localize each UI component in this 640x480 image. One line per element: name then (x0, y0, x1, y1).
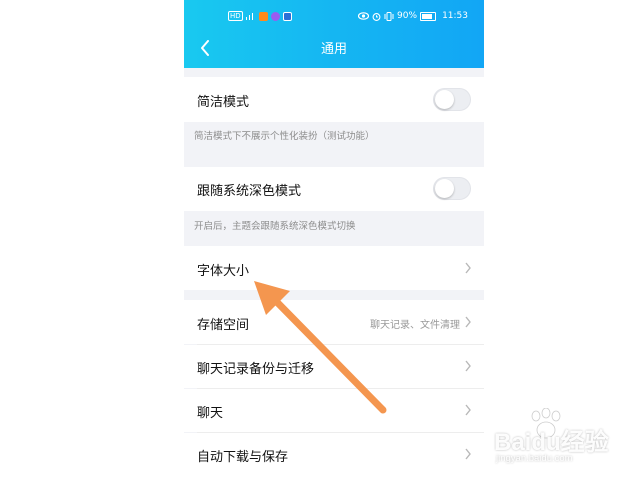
follow-dark-mode-toggle[interactable] (433, 177, 471, 200)
alarm-icon (372, 12, 381, 21)
status-bar: HD 90% 11:53 (184, 0, 484, 34)
font-size-label: 字体大小 (197, 264, 250, 279)
page-title: 通用 (320, 42, 347, 57)
app-icon-orange (258, 11, 268, 21)
vibrate-icon (384, 11, 394, 21)
chevron-right-icon (465, 404, 471, 416)
follow-dark-mode-label: 跟随系统深色模式 (197, 184, 302, 199)
setting-chat-backup[interactable]: 聊天记录备份与迁移 (184, 345, 484, 388)
chevron-right-icon (465, 448, 471, 460)
follow-dark-mode-description: 开启后，主题会跟随系统深色模式切换 (194, 221, 356, 232)
battery-percent: 90% (397, 11, 418, 21)
battery-icon (420, 11, 437, 21)
setting-chat[interactable]: 聊天 (184, 389, 484, 432)
phone-screen: HD 90% 11:53 通用 简洁模式 简洁模式下不展示个性化装扮（测试功能）… (184, 0, 484, 480)
setting-auto-download[interactable]: 自动下载与保存 (184, 433, 484, 480)
chevron-right-icon (465, 316, 471, 328)
setting-simple-mode: 简洁模式 (184, 77, 484, 122)
simple-mode-label: 简洁模式 (197, 95, 250, 110)
clock-time: 11:53 (442, 11, 468, 21)
app-icon-blue (282, 11, 292, 21)
hd-icon: HD (228, 11, 243, 21)
simple-mode-description: 简洁模式下不展示个性化装扮（测试功能） (194, 131, 375, 142)
status-left: HD (228, 11, 292, 21)
chat-label: 聊天 (197, 406, 224, 421)
chevron-right-icon (465, 262, 471, 274)
watermark-sub-text: jingyan.baidu.com (496, 453, 573, 464)
status-right: 90% 11:53 (358, 11, 468, 21)
simple-mode-toggle[interactable] (433, 88, 471, 111)
watermark-main-text: Baidu经验 (494, 429, 609, 456)
auto-download-label: 自动下载与保存 (197, 450, 289, 465)
header-bar: HD 90% 11:53 通用 (184, 0, 484, 68)
setting-font-size[interactable]: 字体大小 (184, 246, 484, 290)
setting-follow-dark-mode: 跟随系统深色模式 (184, 167, 484, 211)
storage-value: 聊天记录、文件清理 (370, 320, 460, 331)
toggle-knob (435, 90, 454, 109)
eye-icon (358, 12, 370, 20)
app-icon-purple (270, 11, 280, 21)
storage-label: 存储空间 (197, 318, 250, 333)
toggle-knob (435, 179, 454, 198)
setting-storage[interactable]: 存储空间 聊天记录、文件清理 (184, 300, 484, 344)
chevron-right-icon (465, 360, 471, 372)
chat-backup-label: 聊天记录备份与迁移 (197, 362, 315, 377)
signal-icon (245, 12, 256, 20)
baidu-watermark: Baidu经验 jingyan.baidu.com (492, 408, 632, 468)
